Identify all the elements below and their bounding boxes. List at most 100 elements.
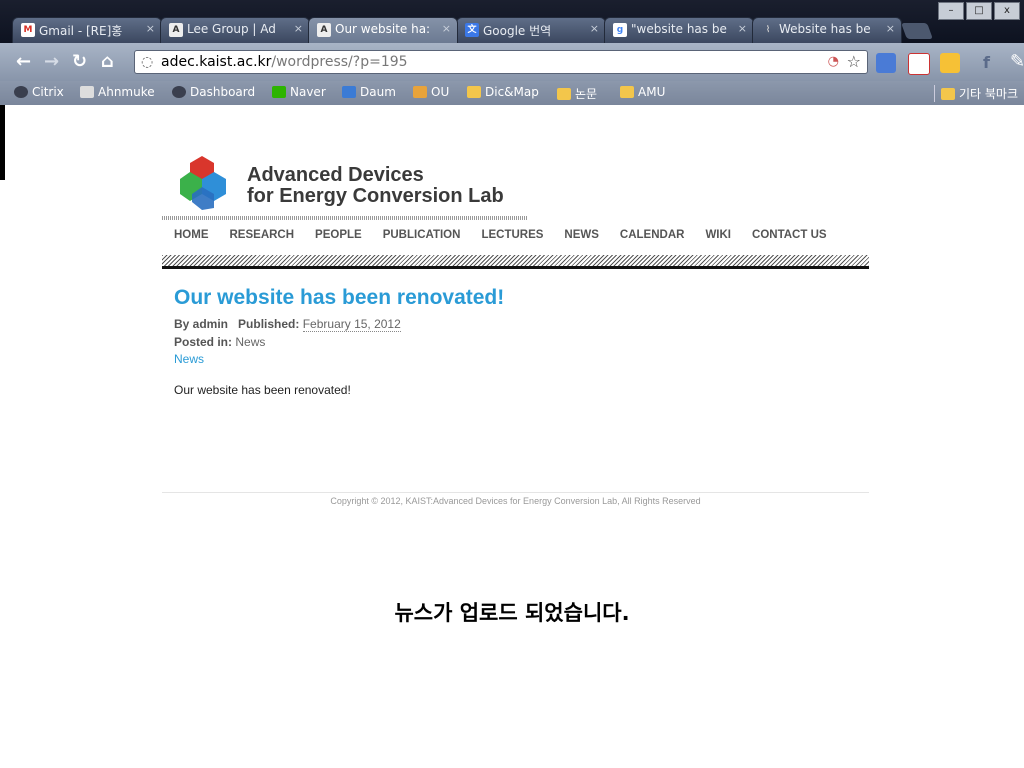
tab-lee-group[interactable]: A Lee Group | Ad × xyxy=(160,17,310,43)
menu-news[interactable]: NEWS xyxy=(564,229,599,241)
page-content: Advanced Devices for Energy Conversion L… xyxy=(0,105,1024,768)
post-date[interactable]: February 15, 2012 xyxy=(302,317,401,332)
forward-arrow-icon[interactable]: → xyxy=(44,51,59,72)
tab-label: Gmail - [RE]홍 xyxy=(39,24,123,38)
header-divider xyxy=(162,216,528,220)
bookmark-papers[interactable]: 논문 xyxy=(557,85,597,102)
published-label: Published: xyxy=(238,317,300,331)
bookmark-label: AMU xyxy=(638,85,666,99)
footer-divider xyxy=(162,492,869,493)
bookmark-dashboard[interactable]: Dashboard xyxy=(172,85,255,99)
close-icon[interactable]: × xyxy=(886,22,895,35)
facebook-icon[interactable]: f xyxy=(983,53,990,72)
ahnmuke-icon xyxy=(80,86,94,98)
gmail-extension-icon[interactable] xyxy=(908,53,930,75)
menu-publication[interactable]: PUBLICATION xyxy=(383,229,461,241)
bookmark-label: 논문 xyxy=(575,87,598,101)
bookmark-label: Naver xyxy=(290,85,326,99)
tab-label: Our website ha: xyxy=(335,22,431,36)
bookmark-ahnmuke[interactable]: Ahnmuke xyxy=(80,85,155,99)
close-icon[interactable]: × xyxy=(146,22,155,35)
post-author: By admin xyxy=(174,317,229,331)
site-a-icon: A xyxy=(317,23,331,37)
folder-icon xyxy=(467,86,481,98)
other-bookmarks[interactable]: 기타 북마크 xyxy=(934,85,1018,102)
copyright-text: Copyright © 2012, KAIST:Advanced Devices… xyxy=(330,496,701,506)
bookmark-ou[interactable]: OU xyxy=(413,85,449,99)
site-title-line2: for Energy Conversion Lab xyxy=(247,185,504,207)
home-icon[interactable]: ⌂ xyxy=(101,51,114,72)
close-icon[interactable]: × xyxy=(590,22,599,35)
posted-in-label: Posted in: xyxy=(174,335,233,349)
bookmark-label: 기타 북마크 xyxy=(959,87,1019,101)
tab-website-has-been[interactable]: ⌇ Website has be × xyxy=(752,17,902,43)
bookmark-dicmap[interactable]: Dic&Map xyxy=(467,85,539,99)
maximize-button[interactable]: □ xyxy=(966,2,992,20)
minimize-button[interactable]: – xyxy=(938,2,964,20)
dashboard-icon xyxy=(172,86,186,98)
close-icon[interactable]: × xyxy=(294,22,303,35)
bookmark-label: Ahnmuke xyxy=(98,85,155,99)
category-link[interactable]: News xyxy=(174,352,204,366)
url-host: adec.kaist.ac.kr xyxy=(161,54,272,70)
bookmark-amu[interactable]: AMU xyxy=(620,85,665,99)
notes-extension-icon[interactable] xyxy=(940,53,960,73)
menu-contact-us[interactable]: CONTACT US xyxy=(752,229,827,241)
url-path: /wordpress/?p=195 xyxy=(271,54,408,70)
menu-calendar[interactable]: CALENDAR xyxy=(620,229,685,241)
menu-stripe-divider xyxy=(162,255,869,269)
bookmark-label: Dashboard xyxy=(190,85,256,99)
bookmark-citrix[interactable]: Citrix xyxy=(14,85,64,99)
bookmark-label: Dic&Map xyxy=(485,85,539,99)
post-body: Our website has been renovated! xyxy=(174,383,351,397)
post-category[interactable]: News xyxy=(235,335,265,349)
bookmark-naver[interactable]: Naver xyxy=(272,85,326,99)
post-title[interactable]: Our website has been renovated! xyxy=(174,286,504,310)
folder-icon xyxy=(620,86,634,98)
menu-people[interactable]: PEOPLE xyxy=(315,229,362,241)
bookmark-label: Citrix xyxy=(32,85,64,99)
citrix-icon xyxy=(14,86,28,98)
ou-icon xyxy=(413,86,427,98)
close-icon[interactable]: × xyxy=(442,22,451,35)
menu-wiki[interactable]: WIKI xyxy=(705,229,731,241)
new-tab-button[interactable] xyxy=(901,23,933,39)
ipa-extension-icon[interactable] xyxy=(876,53,896,73)
post-meta: By admin Published: February 15, 2012 xyxy=(174,317,401,332)
tab-our-website[interactable]: A Our website ha: × xyxy=(308,17,458,43)
tab-gmail[interactable]: M Gmail - [RE]홍 × xyxy=(12,17,162,43)
window-close-button[interactable]: x xyxy=(994,2,1020,20)
reload-icon[interactable]: ↻ xyxy=(72,51,87,72)
tab-label: Google 번역 xyxy=(483,24,552,38)
page-info-icon[interactable]: ◌ xyxy=(141,54,153,70)
window-controls: – □ x xyxy=(938,2,1020,20)
main-menu: HOME RESEARCH PEOPLE PUBLICATION LECTURE… xyxy=(174,229,848,241)
tab-google-translate[interactable]: 文 Google 번역 × xyxy=(456,17,606,43)
menu-research[interactable]: RESEARCH xyxy=(230,229,295,241)
back-arrow-icon[interactable]: ← xyxy=(16,51,31,72)
tab-label: Lee Group | Ad xyxy=(187,22,276,36)
site-title[interactable]: Advanced Devices for Energy Conversion L… xyxy=(247,165,504,207)
tab-google-search[interactable]: g "website has be × xyxy=(604,17,754,43)
adblock-icon[interactable]: ◔ xyxy=(828,54,839,69)
page-edge-bar xyxy=(0,105,5,180)
browser-toolbar: ← → ↻ ⌂ ◌ adec.kaist.ac.kr/wordpress/?p=… xyxy=(0,43,1024,81)
star-bookmark-icon[interactable]: ☆ xyxy=(847,52,861,71)
tab-strip: M Gmail - [RE]홍 × A Lee Group | Ad × A O… xyxy=(0,0,1024,43)
post-category-line: Posted in: News xyxy=(174,335,265,349)
lab-logo[interactable] xyxy=(180,154,240,210)
bookmark-daum[interactable]: Daum xyxy=(342,85,396,99)
folder-icon xyxy=(557,88,571,100)
url-text: adec.kaist.ac.kr/wordpress/?p=195 xyxy=(161,54,408,70)
menu-lectures[interactable]: LECTURES xyxy=(481,229,543,241)
folder-icon xyxy=(941,88,955,100)
tab-label: Website has be xyxy=(779,22,871,36)
translate-icon: 文 xyxy=(465,23,479,37)
gmail-icon: M xyxy=(21,23,35,37)
close-icon[interactable]: × xyxy=(738,22,747,35)
wrench-icon[interactable]: ✎ xyxy=(1010,51,1024,72)
bookmarks-bar: Citrix Ahnmuke Dashboard Naver Daum OU D… xyxy=(0,81,1024,105)
address-bar[interactable]: ◌ adec.kaist.ac.kr/wordpress/?p=195 ◔ ☆ xyxy=(134,50,868,74)
menu-home[interactable]: HOME xyxy=(174,229,209,241)
slide-caption: 뉴스가 업로드 되었습니다. xyxy=(394,601,630,625)
